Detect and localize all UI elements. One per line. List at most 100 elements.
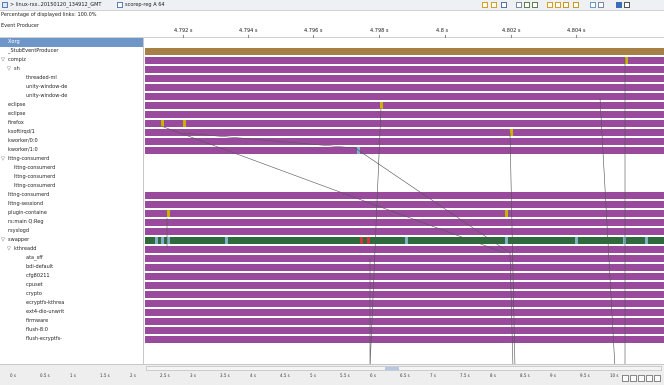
event-link <box>599 97 616 364</box>
tree-row[interactable]: Xorg <box>0 38 143 47</box>
overview-tick-label: 3 s <box>190 373 196 378</box>
expand-toggle-icon[interactable]: ▽ <box>1 56 5 65</box>
overview-tick-label: 5.5 s <box>340 373 350 378</box>
tree-row[interactable]: cfg80211 <box>0 272 143 281</box>
collapse-icon[interactable] <box>598 2 604 8</box>
horizontal-scrollbar[interactable] <box>146 366 662 371</box>
prev-event-icon[interactable] <box>547 2 553 8</box>
camera-icon[interactable] <box>646 375 653 382</box>
tree-row[interactable]: lttng-consumerd <box>0 164 143 173</box>
tree-row[interactable]: bdi-default <box>0 263 143 272</box>
tree-row[interactable]: firmware <box>0 317 143 326</box>
home-icon[interactable] <box>516 2 522 8</box>
tree-row[interactable]: ▽ sh <box>0 65 143 74</box>
zoom-out-icon[interactable] <box>532 2 538 8</box>
event-producer-tree: Xorg _StubEventProducer ▽ compiz ▽ sh threaded… <box>0 38 144 364</box>
tree-row[interactable]: unity-window-de <box>0 83 143 92</box>
pin-lock-icon[interactable] <box>654 375 661 382</box>
overview-tick-label: 0 s <box>10 373 16 378</box>
tree-row-label: cpuset <box>26 282 43 288</box>
breadcrumb-bar: > linux-rxx..20150120_134912_GMT scorep-… <box>0 0 664 11</box>
overview-tick-label: 9 s <box>550 373 556 378</box>
tree-row[interactable]: kworker/1:0 <box>0 146 143 155</box>
overview-tick-label: 1.5 s <box>100 373 110 378</box>
tree-row[interactable]: ext4-dio-unwrit <box>0 308 143 317</box>
tree-row[interactable]: rsyslogd <box>0 227 143 236</box>
overview-tick-label: 1 s <box>70 373 76 378</box>
pin-view-icon[interactable] <box>638 375 645 382</box>
tree-row-label: lttng-consumerd <box>14 183 56 189</box>
tree-row-label: kthreadd <box>14 246 37 252</box>
time-tick-label: 4.792 s <box>174 28 193 34</box>
layout-icon[interactable] <box>616 2 622 8</box>
tree-row-label: rs:main Q:Reg <box>8 219 44 225</box>
timeline-view[interactable] <box>145 38 664 364</box>
tree-row-label: lttng-consumerd <box>14 165 56 171</box>
tree-row-label: plugin-containe <box>8 210 47 216</box>
expand-toggle-icon[interactable]: ▽ <box>7 245 11 254</box>
tree-row[interactable]: flush-ecryptfs- <box>0 335 143 344</box>
tree-row-label: ecryptfs-kthrea <box>26 300 65 306</box>
tree-row[interactable]: eclipse <box>0 110 143 119</box>
tree-row[interactable]: lttng-consumerd <box>0 173 143 182</box>
breadcrumb-trace-path[interactable]: > linux-rxx..20150120_134912_GMT <box>10 2 101 8</box>
tree-row[interactable]: ata_sff <box>0 254 143 263</box>
breadcrumb-tab[interactable]: scorep-reg A 64 <box>125 2 165 8</box>
tree-row[interactable]: ▽ kthreadd <box>0 245 143 254</box>
tree-row[interactable]: rs:main Q:Reg <box>0 218 143 227</box>
next-marker-icon[interactable] <box>573 2 579 8</box>
expand-toggle-icon[interactable]: ▽ <box>1 236 5 245</box>
tree-row-label: swapper <box>8 237 30 243</box>
tree-row-label: eclipse <box>8 111 26 117</box>
event-link <box>160 125 506 254</box>
tree-row[interactable]: crypto <box>0 290 143 299</box>
expand-toggle-icon[interactable]: ▽ <box>7 65 11 74</box>
legend-icon[interactable] <box>590 2 596 8</box>
tree-row[interactable]: flush-8:0 <box>0 326 143 335</box>
tree-row[interactable]: ksoftirqd/1 <box>0 128 143 137</box>
tree-row-label: threaded-ml <box>26 75 57 81</box>
tree-row[interactable]: unity-window-de <box>0 92 143 101</box>
overview-tick-label: 3.5 s <box>220 373 230 378</box>
tree-row[interactable]: lttng-sessiond <box>0 200 143 209</box>
tree-row-label: ext4-dio-unwrit <box>26 309 65 315</box>
scrollbar-thumb[interactable] <box>385 367 399 370</box>
pin-icon[interactable] <box>491 2 497 8</box>
tree-row[interactable]: _StubEventProducer <box>0 47 143 56</box>
trace-folder-icon[interactable] <box>2 2 8 8</box>
time-link-icon[interactable] <box>622 375 629 382</box>
overview-tick-label: 8.5 s <box>520 373 530 378</box>
tree-row[interactable]: ▽ compiz <box>0 56 143 65</box>
tree-row-label: lttng-consumerd <box>8 156 50 162</box>
time-tick-label: 4.804 s <box>567 28 586 34</box>
next-event-icon[interactable] <box>555 2 561 8</box>
tree-row[interactable]: ▽ lttng-consumerd <box>0 155 143 164</box>
tree-row-label: ksoftirqd/1 <box>8 129 35 135</box>
tree-row-label: firmware <box>26 318 49 324</box>
event-producer-header[interactable]: Event Producer <box>1 23 39 29</box>
tree-row[interactable]: cpuset <box>0 281 143 290</box>
tree-row[interactable]: lttng-consumerd <box>0 191 143 200</box>
sync-icon[interactable] <box>630 375 637 382</box>
overview-tick-label: 7.5 s <box>460 373 470 378</box>
tree-row[interactable]: ecryptfs-kthrea <box>0 299 143 308</box>
tree-row[interactable]: ▽ swapper <box>0 236 143 245</box>
hide-arrows-icon[interactable] <box>501 2 507 8</box>
tree-row-label: lttng-consumerd <box>14 174 56 180</box>
links-percentage: Percentage of displayed links: 100.0% <box>1 12 97 18</box>
tree-row-label: crypto <box>26 291 42 297</box>
prev-marker-icon[interactable] <box>563 2 569 8</box>
tree-row[interactable]: threaded-ml <box>0 74 143 83</box>
filter-icon[interactable] <box>482 2 488 8</box>
menu-icon[interactable] <box>624 2 630 8</box>
tree-row[interactable]: lttng-consumerd <box>0 182 143 191</box>
tree-row[interactable]: kworker/0:0 <box>0 137 143 146</box>
tab-view-icon[interactable] <box>117 2 123 8</box>
tree-row[interactable]: plugin-containe <box>0 209 143 218</box>
tree-row-label: kworker/1:0 <box>8 147 38 153</box>
tree-row[interactable]: eclipse <box>0 101 143 110</box>
tree-row[interactable]: firefox <box>0 119 143 128</box>
tree-row-label: lttng-sessiond <box>8 201 44 207</box>
zoom-in-icon[interactable] <box>524 2 530 8</box>
expand-toggle-icon[interactable]: ▽ <box>1 155 5 164</box>
